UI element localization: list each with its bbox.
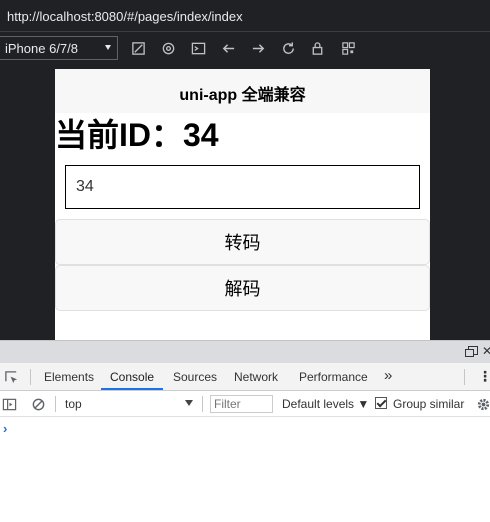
active-tab-indicator (101, 388, 163, 390)
inspect-icon[interactable] (3, 369, 19, 385)
tab-performance[interactable]: Performance (299, 370, 368, 384)
group-similar-label: Group similar (393, 397, 465, 411)
nav-title: uni-app 全端兼容 (179, 87, 306, 104)
tab-console[interactable]: Console (110, 370, 154, 384)
reload-icon[interactable] (280, 40, 296, 56)
device-page: uni-app 全端兼容 当前ID：34 转码 解码 (55, 69, 430, 340)
tab-sources[interactable]: Sources (173, 370, 217, 384)
chevron-down-icon (105, 45, 111, 50)
devtools-tabbar: Elements Console Sources Network Perform… (0, 363, 490, 391)
more-tabs-icon[interactable]: » (384, 367, 392, 384)
divider (202, 396, 203, 412)
chevron-down-icon: ▼ (357, 397, 370, 411)
terminal-icon[interactable] (190, 40, 206, 56)
levels-label: Default levels (282, 397, 355, 411)
clear-console-icon[interactable] (30, 396, 46, 412)
devtools-titlebar: ✕ (0, 340, 490, 363)
nav-bar: uni-app 全端兼容 (55, 69, 430, 113)
device-select[interactable]: iPhone 6/7/8 (0, 36, 118, 60)
divider (55, 396, 56, 412)
forward-arrow-icon[interactable] (250, 40, 266, 56)
context-select[interactable]: top (65, 397, 82, 411)
levels-select[interactable]: Default levels ▼ (282, 397, 369, 411)
kebab-menu-icon[interactable]: ⋮ (478, 368, 490, 385)
url-bar[interactable]: http://localhost:8080/#/pages/index/inde… (0, 0, 490, 32)
encode-button[interactable]: 转码 (55, 219, 430, 265)
decode-button[interactable]: 解码 (55, 265, 430, 311)
filter-input[interactable] (210, 395, 273, 413)
lock-icon[interactable] (309, 40, 325, 56)
responsive-icon[interactable] (130, 40, 146, 56)
device-select-label: iPhone 6/7/8 (5, 41, 79, 56)
console-output[interactable] (0, 417, 490, 522)
sidebar-toggle-icon[interactable] (1, 396, 17, 412)
tab-network[interactable]: Network (234, 370, 278, 384)
gear-icon[interactable] (475, 396, 490, 412)
tab-elements[interactable]: Elements (44, 370, 94, 384)
back-arrow-icon[interactable] (220, 40, 236, 56)
divider (30, 369, 31, 385)
page-title: 当前ID：34 (55, 117, 219, 153)
close-icon[interactable]: ✕ (482, 344, 490, 358)
undock-icon[interactable] (465, 346, 478, 357)
group-similar-checkbox[interactable] (375, 397, 387, 409)
url-text[interactable]: http://localhost:8080/#/pages/index/inde… (7, 9, 243, 24)
divider (464, 369, 465, 385)
chevron-down-icon[interactable] (185, 400, 193, 406)
console-prompt-icon: › (3, 421, 8, 436)
console-toolbar: top Default levels ▼ Group similar (0, 391, 490, 417)
qr-code-icon[interactable] (340, 40, 356, 56)
device-toolbar: iPhone 6/7/8 (0, 32, 490, 64)
id-input[interactable] (65, 165, 420, 209)
sensors-icon[interactable] (160, 40, 176, 56)
